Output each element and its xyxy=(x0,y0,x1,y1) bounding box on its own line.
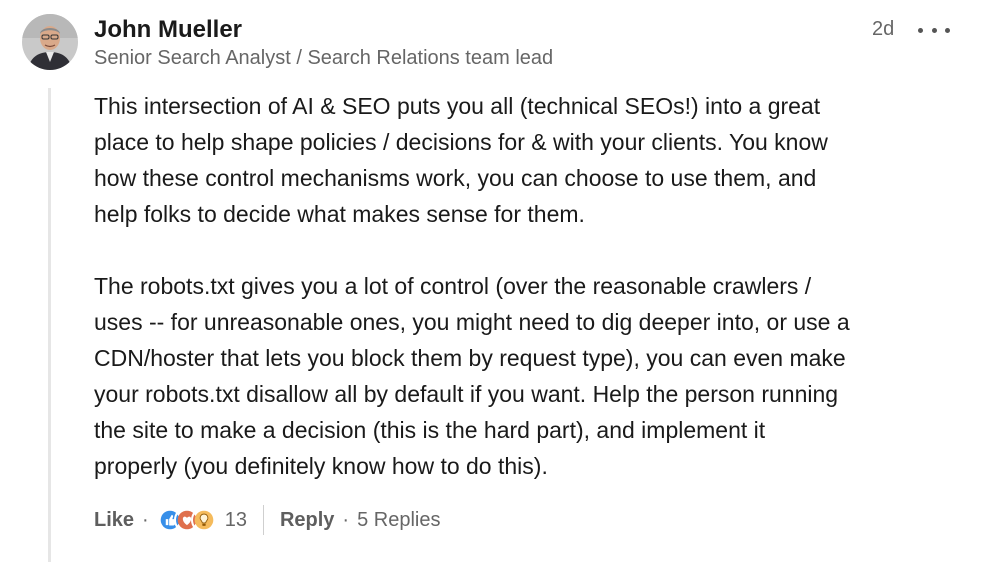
reactions-summary[interactable] xyxy=(156,507,217,533)
insightful-reaction-icon xyxy=(190,507,217,533)
like-button[interactable]: Like xyxy=(94,509,134,532)
actions-divider xyxy=(262,505,264,535)
reply-button[interactable]: Reply xyxy=(280,509,334,532)
author-name[interactable]: John Mueller xyxy=(94,16,242,44)
post-timestamp: 2d xyxy=(872,18,895,40)
comment-body: This intersection of AI & SEO puts you a… xyxy=(94,88,974,484)
comment-paragraph: The robots.txt gives you a lot of contro… xyxy=(94,273,850,479)
more-dot xyxy=(931,27,937,33)
replies-link[interactable]: 5 Replies xyxy=(357,509,440,532)
more-dot xyxy=(945,27,950,33)
more-options-icon[interactable] xyxy=(918,18,950,42)
comment-paragraph: This intersection of AI & SEO puts you a… xyxy=(94,93,828,227)
thread-line xyxy=(48,88,51,562)
more-dot xyxy=(918,27,923,33)
avatar[interactable] xyxy=(22,14,78,70)
comment-actions: Like · 13 Reply · 5 Replies xyxy=(94,504,440,536)
separator-dot: · xyxy=(342,508,350,531)
avatar-image xyxy=(22,14,78,70)
author-title: Senior Search Analyst / Search Relations… xyxy=(94,47,554,69)
separator-dot: · xyxy=(142,508,149,531)
reaction-count[interactable]: 13 xyxy=(225,509,247,532)
